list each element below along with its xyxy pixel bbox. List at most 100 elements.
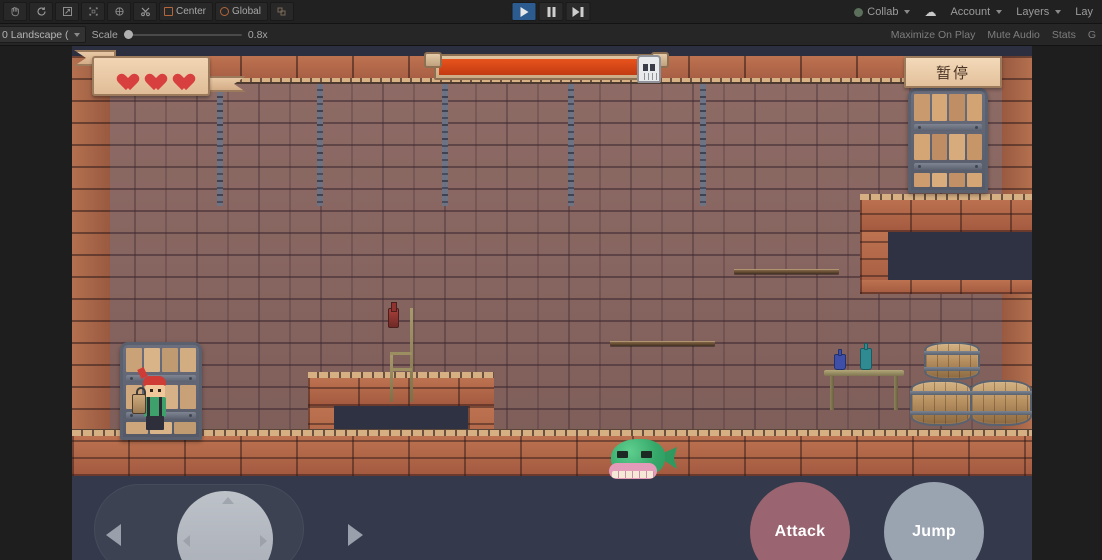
pause-game-button[interactable]: 暂停 [904,56,1002,88]
game-view-right-controls: Maximize On Play Mute Audio Stats G [885,24,1102,46]
custom-tool-icon[interactable] [133,2,157,21]
doorway-top-bricks [308,378,494,406]
book [966,133,982,160]
globe-icon [220,7,230,16]
boss-health-fill [439,59,654,75]
play-icon [520,6,528,17]
account-label: Account [950,6,991,18]
aspect-ratio-label: 0 Landscape ( [2,28,69,41]
book [966,173,982,187]
touch-controls-bar: Attack Jump [72,476,1032,560]
book [931,173,947,187]
rect-tool-icon[interactable] [81,2,105,21]
player-legs [146,416,164,430]
book [949,133,965,160]
game-view-canvas[interactable]: 暂停 Attack Jump [72,46,1032,560]
pivot-mode-label: Center [176,6,207,17]
rotate-tool-icon[interactable] [29,2,53,21]
barrel-left [910,380,972,426]
book [180,348,196,372]
scale-slider[interactable] [123,28,242,42]
book [914,94,930,121]
bottle-neck [864,343,868,350]
gizmos-dropdown[interactable]: G [1082,29,1102,41]
move-right-arrow-icon[interactable] [348,524,363,546]
scale-value: 0.8x [247,28,268,41]
editor-toolbar: Center Global Collab ☁ Account Layers La… [0,0,1102,24]
shelf-divider [914,123,982,131]
boss-health-bar [424,52,669,83]
pause-button[interactable] [538,2,564,21]
book [174,422,196,434]
shelf-divider [914,163,982,170]
enemy-teeth [612,471,654,478]
book [931,133,947,160]
chevron-down-icon [73,32,80,37]
book [949,173,965,187]
mute-audio-toggle[interactable]: Mute Audio [981,29,1046,41]
scale-label: Scale [91,28,118,41]
scale-tool-icon[interactable] [55,2,79,21]
layout-dropdown[interactable]: Lay [1070,3,1098,22]
ladder-rail [390,354,393,402]
attack-button[interactable]: Attack [750,482,850,560]
teal-potion-bottle [860,343,872,370]
step-icon [572,6,584,17]
jump-button[interactable]: Jump [884,482,984,560]
heart-icon [169,67,189,85]
player-strap [159,397,162,417]
barrel-top [924,342,980,380]
book [162,348,178,372]
book [914,173,930,187]
barrel-right [970,380,1032,426]
hand-tool-icon[interactable] [3,2,27,21]
aspect-ratio-dropdown[interactable]: 0 Landscape ( [0,26,86,43]
joystick-up-arrow-icon [222,497,234,504]
bookshelf-row [914,133,982,160]
step-button[interactable] [565,2,591,21]
scale-slider-knob[interactable] [123,30,133,39]
skull-icon [637,55,661,83]
snap-tool-icon[interactable] [269,2,294,21]
maximize-on-play-toggle[interactable]: Maximize On Play [885,29,982,41]
ladder-rung [390,352,412,355]
stone-floor [72,436,1032,476]
table-leg [894,376,898,410]
bookshelf-row [126,348,196,372]
table-surface [824,370,904,376]
scale-slider-track [123,33,242,36]
collab-label: Collab [867,6,899,18]
pivot-center-icon [164,7,173,16]
layout-label: Lay [1075,6,1093,18]
layers-dropdown[interactable]: Layers [1011,3,1066,22]
cloud-button[interactable]: ☁ [919,3,941,22]
table-leg [830,376,834,410]
wall-plank-platform [734,269,839,274]
player-strap [147,397,150,417]
stats-toggle[interactable]: Stats [1046,29,1082,41]
collab-button[interactable]: Collab [849,3,915,22]
fish-enemy [605,439,677,481]
toolbar-right-group: Collab ☁ Account Layers Lay [847,0,1102,24]
health-hearts-hud [92,56,210,96]
joystick-right-arrow-icon [260,535,267,547]
pivot-rotation-dropdown[interactable]: Global [215,2,268,21]
joystick-knob[interactable] [177,491,273,560]
account-dropdown[interactable]: Account [945,3,1007,22]
joystick-track[interactable] [94,484,304,560]
pivot-mode-dropdown[interactable]: Center [159,2,214,21]
enemy-eye [641,451,652,458]
floor-trim [72,429,1032,436]
left-brick-column [72,56,110,476]
transform-tool-icon[interactable] [107,2,131,21]
game-view-toolbar: 0 Landscape ( Scale 0.8x Maximize On Pla… [0,24,1102,46]
skull-teeth [641,73,657,80]
playmode-controls [511,2,592,21]
cloud-icon: ☁ [924,5,937,19]
chevron-down-icon [996,10,1003,14]
hanging-chain [442,84,448,206]
play-button[interactable] [511,2,537,21]
move-left-arrow-icon[interactable] [106,524,121,546]
pause-icon [547,6,555,17]
game-view-left-controls: 0 Landscape ( Scale 0.8x [0,26,268,43]
